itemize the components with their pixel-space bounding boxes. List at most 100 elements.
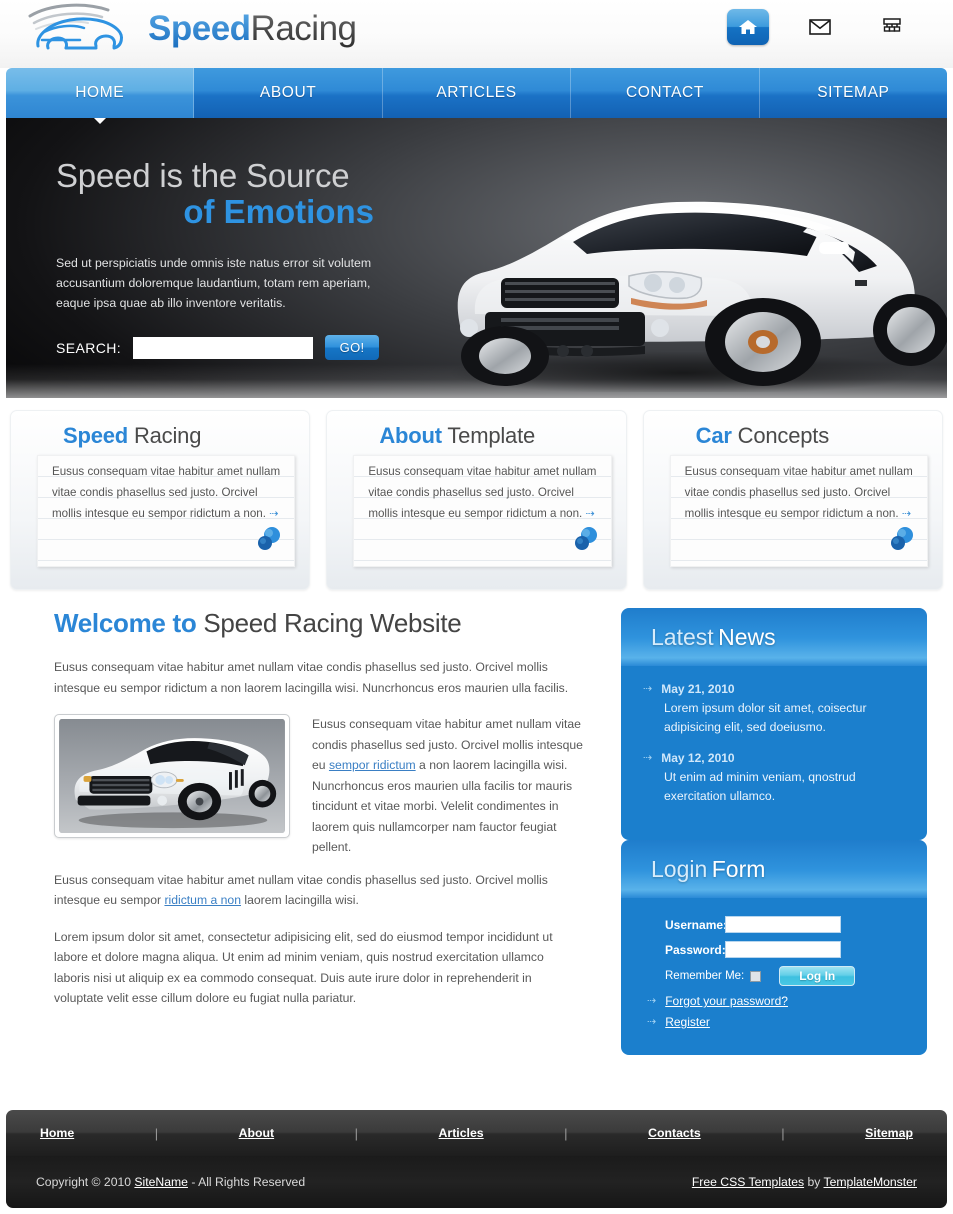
sports-car-image — [59, 719, 285, 833]
mail-icon — [809, 19, 831, 35]
main-navigation: HOME ABOUT ARTICLES CONTACT SITEMAP — [6, 68, 947, 118]
banner-search-form: SEARCH: GO! — [56, 335, 456, 361]
banner-description: Sed ut perspiciatis unde omnis iste natu… — [56, 255, 372, 311]
login-form-panel: Login Form Username: Password: Remember … — [621, 840, 927, 1055]
feature-title-primary: About — [379, 423, 442, 448]
free-css-templates-link[interactable]: Free CSS Templates — [692, 1175, 804, 1189]
hero-banner: Speed is the Source of Emotions Sed ut p… — [6, 118, 947, 398]
site-footer: Home | About | Articles | Contacts | Sit… — [6, 1110, 947, 1208]
remember-me-checkbox[interactable] — [750, 970, 762, 982]
nav-item-home[interactable]: HOME — [6, 68, 195, 118]
banner-content: Speed is the Source of Emotions Sed ut p… — [56, 157, 456, 361]
remember-me-label: Remember Me: — [665, 970, 745, 982]
feature-title-secondary: Template — [447, 423, 536, 448]
push-pin-icon — [890, 527, 913, 550]
news-item[interactable]: ⇢ May 21, 2010 Lorem ipsum dolor sit ame… — [643, 682, 905, 737]
password-input[interactable] — [725, 941, 841, 958]
forgot-password-row: ⇢ Forgot your password? — [643, 994, 905, 1008]
feature-body: Eusus consequam vitae habitur amet nulla… — [38, 456, 294, 525]
copyright-prefix: Copyright © 2010 — [36, 1175, 135, 1189]
header-icon-group — [727, 9, 913, 45]
feature-title-secondary: Concepts — [737, 423, 830, 448]
news-title-secondary: News — [718, 623, 776, 650]
banner-title-line2: of Emotions — [183, 192, 374, 230]
news-date-row: ⇢ May 12, 2010 — [643, 751, 905, 765]
feature-title: Car Concepts — [644, 411, 942, 455]
feature-box-group: Speed Racing Eusus consequam vitae habit… — [0, 398, 953, 590]
nav-item-sitemap[interactable]: SITEMAP — [759, 68, 947, 118]
feature-body-text: Eusus consequam vitae habitur amet nulla… — [52, 465, 281, 520]
feature-body-text: Eusus consequam vitae habitur amet nulla… — [684, 465, 913, 520]
feature-title-secondary: Racing — [133, 423, 202, 448]
credit-text: Free CSS Templates by TemplateMonster — [692, 1175, 917, 1189]
feature-note-paper: Eusus consequam vitae habitur amet nulla… — [37, 455, 296, 567]
sidebar: Latest News ⇢ May 21, 2010 Lorem ipsum d… — [621, 608, 927, 1055]
dotted-arrow-icon: ⇢ — [643, 751, 653, 764]
username-input[interactable] — [725, 916, 841, 933]
news-date: May 21, 2010 — [661, 682, 735, 696]
dotted-arrow-icon: ⇢ — [647, 1015, 657, 1028]
footer-link-contacts[interactable]: Contacts — [648, 1126, 701, 1140]
footer-link-articles[interactable]: Articles — [439, 1126, 484, 1140]
feature-box-about-template[interactable]: About Template Eusus consequam vitae hab… — [326, 410, 627, 590]
register-link[interactable]: Register — [665, 1015, 710, 1029]
feature-body: Eusus consequam vitae habitur amet nulla… — [354, 456, 610, 525]
dotted-arrow-icon[interactable]: ⇢ — [586, 508, 595, 520]
push-pin-icon — [574, 527, 597, 550]
search-go-button[interactable]: GO! — [325, 335, 380, 361]
copyright-text: Copyright © 2010 SiteName - All Rights R… — [36, 1175, 305, 1189]
sitemap-icon-button[interactable] — [871, 9, 913, 45]
login-form-body: Username: Password: Remember Me: Log In … — [621, 898, 927, 1055]
banner-car-image — [447, 201, 947, 392]
sitename-link[interactable]: SiteName — [134, 1175, 188, 1189]
search-input[interactable] — [133, 336, 314, 359]
forgot-password-link[interactable]: Forgot your password? — [665, 994, 788, 1008]
latest-news-header: Latest News — [621, 608, 927, 666]
car-thumbnail[interactable] — [54, 714, 290, 838]
media-paragraph: Eusus consequam vitae habitur amet nulla… — [312, 714, 583, 858]
car-logo-icon — [28, 3, 123, 50]
feature-title: About Template — [327, 411, 625, 455]
news-text: Lorem ipsum dolor sit amet, coisectur ad… — [664, 701, 867, 734]
logo-text: SpeedRacing — [148, 9, 357, 49]
footer-link-home[interactable]: Home — [40, 1126, 74, 1140]
footer-separator: | — [564, 1125, 568, 1141]
main-area: Welcome to Speed Racing Website Eusus co… — [0, 590, 953, 1055]
nav-item-about[interactable]: ABOUT — [194, 68, 383, 118]
feature-box-car-concepts[interactable]: Car Concepts Eusus consequam vitae habit… — [642, 410, 943, 590]
dotted-arrow-icon[interactable]: ⇢ — [902, 508, 911, 520]
home-icon — [739, 20, 757, 34]
login-form-header: Login Form — [621, 840, 927, 898]
sitemap-icon — [883, 18, 901, 32]
page-title-primary: Welcome to — [54, 608, 197, 638]
feature-title-primary: Car — [695, 423, 732, 448]
nav-item-articles[interactable]: ARTICLES — [382, 68, 572, 118]
banner-title-line1: Speed is the Source — [56, 157, 350, 194]
dotted-arrow-icon: ⇢ — [647, 994, 657, 1007]
ridictum-a-non-link[interactable]: ridictum a non — [164, 893, 241, 907]
page-title-secondary: Speed Racing Website — [203, 608, 462, 638]
home-icon-button[interactable] — [727, 9, 769, 45]
media-block: Eusus consequam vitae habitur amet nulla… — [54, 714, 583, 858]
templatemonster-link[interactable]: TemplateMonster — [824, 1175, 917, 1189]
username-label: Username: — [665, 917, 728, 932]
logo[interactable]: SpeedRacing — [22, 2, 357, 58]
feature-box-speed-racing[interactable]: Speed Racing Eusus consequam vitae habit… — [10, 410, 311, 590]
nav-item-contact[interactable]: CONTACT — [571, 68, 760, 118]
news-item[interactable]: ⇢ May 12, 2010 Ut enim ad minim veniam, … — [643, 751, 905, 806]
login-submit-button[interactable]: Log In — [779, 966, 856, 986]
footer-link-sitemap[interactable]: Sitemap — [865, 1126, 913, 1140]
nav-active-indicator — [94, 118, 106, 124]
main-content: Welcome to Speed Racing Website Eusus co… — [10, 608, 605, 1055]
register-row: ⇢ Register — [643, 1015, 905, 1029]
search-label: SEARCH: — [56, 339, 122, 356]
sempor-ridictum-link[interactable]: sempor ridictum — [329, 758, 416, 772]
footer-link-about[interactable]: About — [239, 1126, 275, 1140]
latest-news-panel: Latest News ⇢ May 21, 2010 Lorem ipsum d… — [621, 608, 927, 840]
username-row: Username: — [643, 916, 905, 933]
mail-icon-button[interactable] — [799, 9, 841, 45]
dotted-arrow-icon[interactable]: ⇢ — [269, 508, 278, 520]
feature-note-paper: Eusus consequam vitae habitur amet nulla… — [669, 455, 928, 567]
news-date-row: ⇢ May 21, 2010 — [643, 682, 905, 696]
remember-row: Remember Me: Log In — [643, 966, 905, 986]
